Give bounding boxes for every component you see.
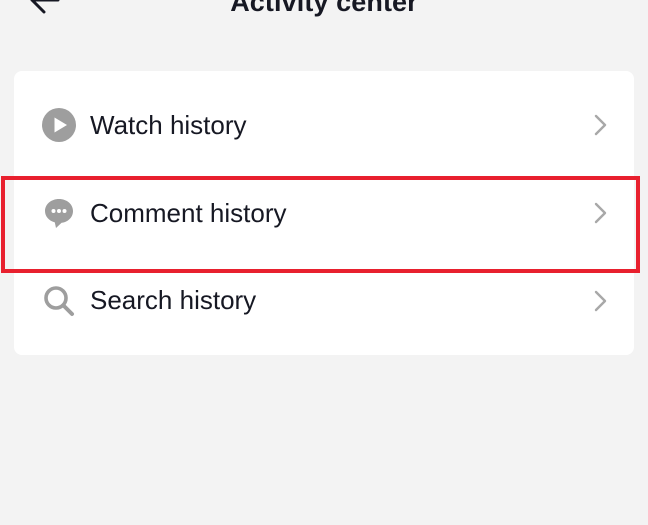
search-history-label: Search history	[90, 285, 257, 315]
watch-history-label: Watch history	[90, 110, 247, 140]
chevron-right-icon	[592, 113, 608, 137]
page-title: Activity center	[230, 0, 418, 17]
search-icon	[42, 284, 76, 318]
comment-history-item[interactable]: Comment history	[14, 169, 634, 257]
chevron-right-icon	[592, 289, 608, 313]
chevron-right-icon	[592, 201, 608, 225]
watch-history-item[interactable]: Watch history	[14, 81, 634, 169]
comment-bubble-icon	[42, 196, 76, 230]
play-circle-icon	[42, 108, 76, 142]
search-history-item[interactable]: Search history	[14, 257, 634, 345]
activity-list: Watch history Comment history Search his…	[14, 71, 634, 355]
comment-history-label: Comment history	[90, 198, 287, 228]
top-bar: Activity center	[0, 0, 648, 40]
